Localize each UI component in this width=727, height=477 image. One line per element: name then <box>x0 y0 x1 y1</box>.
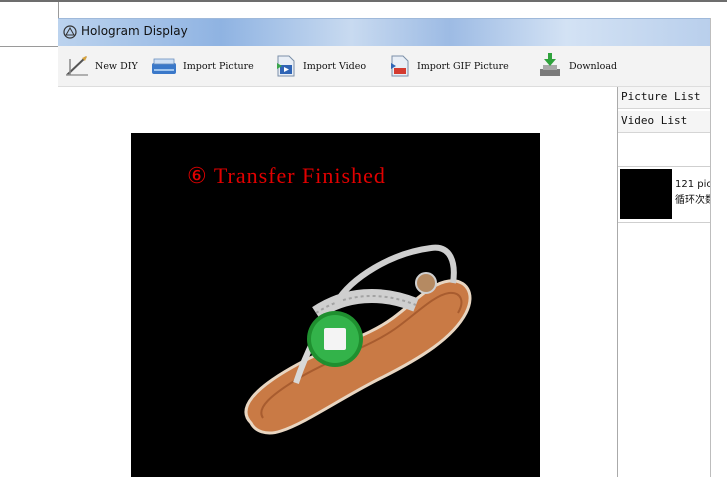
video-thumbnail <box>620 169 672 219</box>
video-import-icon <box>277 55 295 77</box>
download-label: Download <box>569 60 618 72</box>
window-right-edge <box>710 18 727 477</box>
sandal-image <box>244 244 472 435</box>
import-picture-label: Import Picture <box>183 60 254 72</box>
hologram-preview: ⑥ Transfer Finished <box>131 133 540 477</box>
new-diy-button[interactable]: New DIY <box>64 52 138 80</box>
background-window-edge <box>0 2 59 47</box>
video-frame-count: 121 pic <box>675 179 712 190</box>
toolbar: New DIY Import Picture Import Video Impo… <box>58 46 710 87</box>
gif-import-icon <box>391 55 409 77</box>
import-video-label: Import Video <box>303 60 367 72</box>
import-picture-button[interactable]: Import Picture <box>150 52 254 80</box>
import-gif-picture-label: Import GIF Picture <box>417 60 509 72</box>
app-window: Hologram Display New DIY Import Picture <box>0 0 727 477</box>
window-title: Hologram Display <box>81 24 188 38</box>
list-panel: Picture List Video List 121 pic 循环次数 <box>617 87 715 477</box>
video-loop-count: 循环次数 <box>675 195 715 206</box>
top-border <box>0 0 727 2</box>
import-gif-picture-button[interactable]: Import GIF Picture <box>388 52 509 80</box>
new-diy-label: New DIY <box>95 60 138 72</box>
download-button[interactable]: Download <box>536 52 617 80</box>
scanner-icon <box>152 58 176 74</box>
title-bar: Hologram Display <box>58 18 710 47</box>
pencil-ruler-icon <box>66 56 88 76</box>
tab-video-list[interactable]: Video List <box>618 111 711 133</box>
download-icon <box>540 53 560 76</box>
list-item[interactable]: 121 pic 循环次数 <box>618 166 715 223</box>
tab-picture-list[interactable]: Picture List <box>618 87 711 109</box>
stop-icon[interactable] <box>307 311 363 367</box>
video-meta: 121 pic 循环次数 <box>675 177 715 209</box>
import-video-button[interactable]: Import Video <box>274 52 366 80</box>
hologram-app-icon <box>63 25 77 39</box>
